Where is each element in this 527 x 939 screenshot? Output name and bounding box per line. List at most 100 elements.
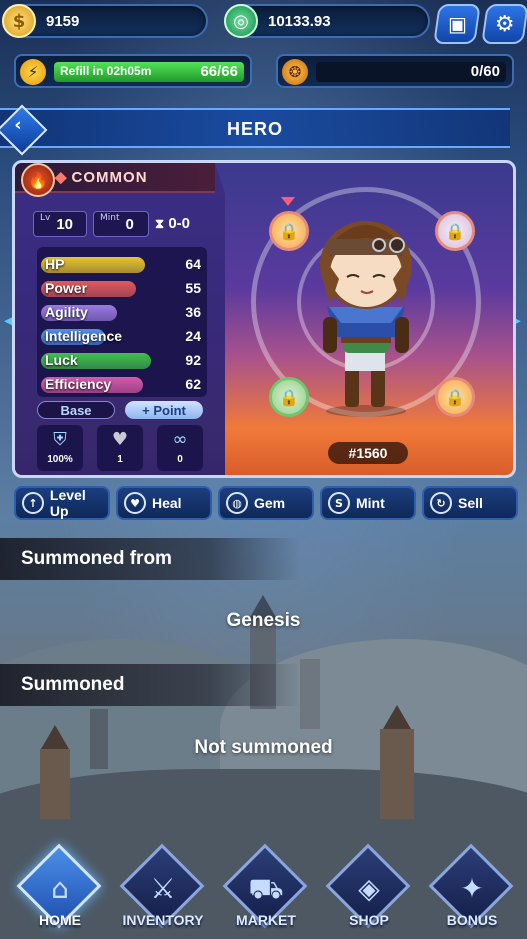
heartbeat-icon: ♥ bbox=[124, 492, 146, 514]
stat-name: Intelligence bbox=[45, 328, 123, 344]
stat-row-intelligence: Intelligence 24 bbox=[41, 327, 203, 347]
crossed-swords-icon: ⚔ bbox=[150, 872, 176, 905]
stat-row-power: Power 55 bbox=[41, 279, 203, 299]
mint-box: Mint 0 bbox=[93, 211, 149, 237]
hero-character bbox=[320, 221, 412, 417]
equip-slot-top-right[interactable]: 🔒 bbox=[435, 211, 475, 251]
action-label: Level Up bbox=[49, 487, 86, 519]
hero-id-badge: #1560 bbox=[328, 442, 408, 464]
durability-value: 100% bbox=[47, 454, 73, 465]
shield-icon: ⛨ bbox=[53, 429, 67, 450]
ticket-track: 0/60 bbox=[316, 62, 506, 82]
summoned-value: Not summoned bbox=[194, 737, 333, 758]
nav-label: BONUS bbox=[446, 912, 498, 928]
mint-button[interactable]: S Mint bbox=[320, 486, 416, 520]
energy-track: Refill in 02h05m 66/66 bbox=[54, 62, 244, 82]
nav-home[interactable]: ⌂ HOME bbox=[12, 843, 108, 936]
action-label: Gem bbox=[254, 495, 286, 511]
heal-count-value: 1 bbox=[117, 454, 123, 465]
summoned-label: Summoned bbox=[21, 674, 125, 695]
settings-button[interactable]: ⚙ bbox=[481, 4, 527, 44]
castle-icon: ⌂ bbox=[51, 872, 69, 905]
stat-name: Power bbox=[45, 280, 88, 296]
level-value: 10 bbox=[56, 215, 74, 233]
stats-panel: HP 64 Power 55 Agility 36 Intelligence 24 Luck 92… bbox=[37, 247, 207, 397]
hero-card: ◆ COMMON 🔥 Lv 10 Mint 0 ⧗ 0-0 HP 64 Power 55… bbox=[12, 160, 516, 478]
stat-name: HP bbox=[45, 256, 65, 272]
hero-header: HERO bbox=[0, 108, 510, 148]
level-box: Lv 10 bbox=[33, 211, 87, 237]
lock-icon: 🔒 bbox=[445, 221, 465, 241]
cooldown-timer: ⧗ 0-0 bbox=[155, 215, 190, 232]
slot-indicator-icon bbox=[281, 197, 295, 206]
durability-stat: ⛨ 100% bbox=[37, 425, 83, 471]
fire-emblem-icon: 🔥 bbox=[21, 163, 55, 197]
top-bar: $ 9159 ◎ 10133.93 ▣ ⚙ bbox=[0, 0, 527, 50]
mint-icon: S bbox=[328, 492, 350, 514]
gear-icon: ⚙ bbox=[495, 11, 515, 37]
stat-name: Luck bbox=[45, 352, 78, 368]
summoned-from-header: Summoned from bbox=[0, 538, 300, 580]
stat-value: 92 bbox=[185, 352, 201, 368]
sell-button[interactable]: ↻ Sell bbox=[422, 486, 518, 520]
nav-label: SHOP bbox=[349, 912, 389, 928]
stat-value: 62 bbox=[185, 376, 201, 392]
wallet-icon: ▣ bbox=[447, 12, 467, 36]
infinity-stat: ∞ 0 bbox=[157, 425, 203, 471]
action-label: Sell bbox=[458, 495, 483, 511]
energy-bar: ⚡ Refill in 02h05m 66/66 bbox=[14, 54, 252, 88]
stat-value: 36 bbox=[185, 304, 201, 320]
nav-market[interactable]: ⛟ MARKET bbox=[218, 843, 314, 936]
token-counter: ◎ 10133.93 bbox=[224, 4, 430, 38]
stat-row-agility: Agility 36 bbox=[41, 303, 203, 323]
lightning-icon: ⚡ bbox=[20, 59, 46, 85]
action-label: Mint bbox=[356, 495, 385, 511]
gold-coin-icon: $ bbox=[2, 4, 36, 38]
nav-bonus[interactable]: ✦ BONUS bbox=[424, 843, 520, 936]
hourglass-icon: ⧗ bbox=[155, 216, 165, 231]
infinity-icon: ∞ bbox=[172, 429, 188, 450]
gem-icon: ◆ bbox=[55, 169, 68, 186]
heal-button[interactable]: ♥ Heal bbox=[116, 486, 212, 520]
level-up-button[interactable]: ↑ Level Up bbox=[14, 486, 110, 520]
heal-count-stat: ♥ 1 bbox=[97, 425, 143, 471]
summoned-from-label: Summoned from bbox=[21, 548, 172, 569]
summoned-from-value: Genesis bbox=[226, 610, 301, 631]
stat-value: 55 bbox=[185, 280, 201, 296]
heart-icon: ♥ bbox=[111, 429, 129, 450]
rarity-text: COMMON bbox=[71, 169, 148, 186]
action-label: Heal bbox=[152, 495, 182, 511]
level-label: Lv bbox=[40, 213, 51, 223]
stat-value: 24 bbox=[185, 328, 201, 344]
page-title: HERO bbox=[226, 119, 283, 139]
timer-value: 0-0 bbox=[168, 215, 190, 232]
cart-icon: ⛟ bbox=[248, 872, 284, 905]
summoned-header: Summoned bbox=[0, 664, 300, 706]
tab-base[interactable]: Base bbox=[37, 401, 115, 419]
gold-counter: $ 9159 bbox=[2, 4, 208, 38]
ticket-count: 0/60 bbox=[470, 63, 500, 80]
globe-icon: ◍ bbox=[226, 492, 248, 514]
ticket-bar: ❂ 0/60 bbox=[276, 54, 514, 88]
stat-row-luck: Luck 92 bbox=[41, 351, 203, 371]
wallet-button[interactable]: ▣ bbox=[433, 4, 481, 44]
nav-inventory[interactable]: ⚔ INVENTORY bbox=[115, 843, 211, 936]
stat-row-hp: HP 64 bbox=[41, 255, 203, 275]
token-coin-icon: ◎ bbox=[224, 4, 258, 38]
ticket-coin-icon: ❂ bbox=[282, 59, 308, 85]
lock-icon: 🔒 bbox=[279, 221, 299, 241]
lock-icon: 🔒 bbox=[279, 387, 299, 407]
hero-info-panel: ◆ COMMON 🔥 Lv 10 Mint 0 ⧗ 0-0 HP 64 Power 55… bbox=[15, 163, 225, 475]
equip-slot-bottom-right[interactable]: 🔒 bbox=[435, 377, 475, 417]
infinity-value: 0 bbox=[177, 454, 183, 465]
token-value: 10133.93 bbox=[268, 12, 331, 30]
gem-button[interactable]: ◍ Gem bbox=[218, 486, 314, 520]
nav-label: MARKET bbox=[236, 912, 296, 928]
tab-add-point[interactable]: + Point bbox=[125, 401, 203, 419]
refill-timer: Refill in 02h05m bbox=[60, 64, 152, 78]
crystal-icon: ◈ bbox=[358, 872, 380, 905]
stat-value: 64 bbox=[185, 256, 201, 272]
stat-name: Agility bbox=[45, 304, 88, 320]
nav-shop[interactable]: ◈ SHOP bbox=[321, 843, 417, 936]
stat-name: Efficiency bbox=[45, 376, 112, 392]
